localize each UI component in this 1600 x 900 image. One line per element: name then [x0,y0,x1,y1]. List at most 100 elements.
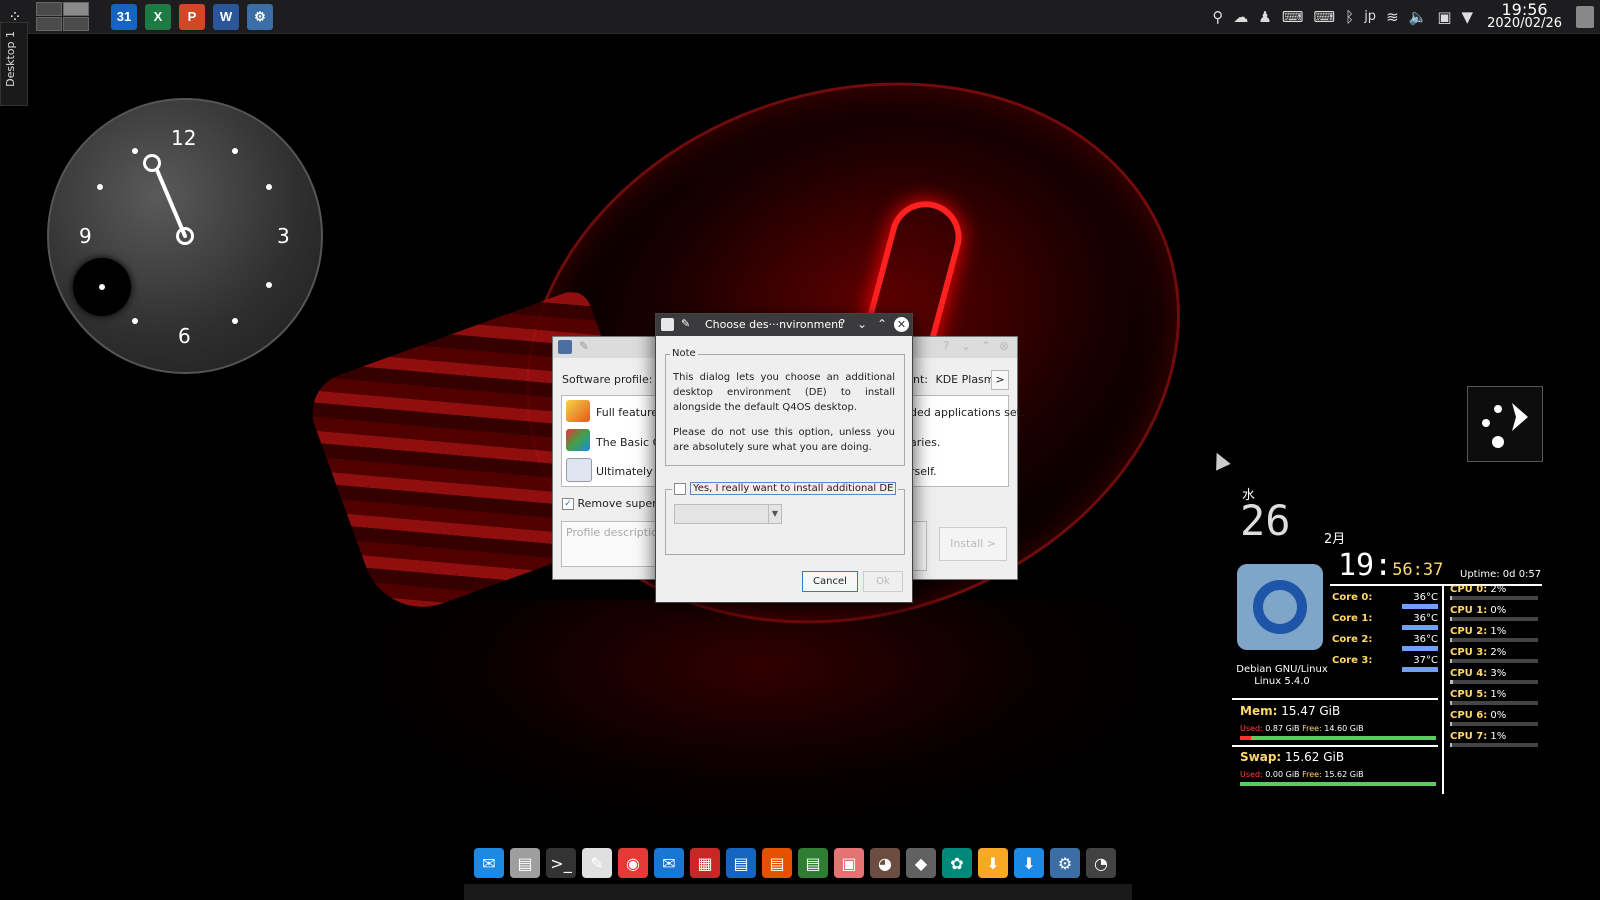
clipboard-icon[interactable]: ▣ [1437,8,1451,26]
profile-item-full-desc: ded applications set. [910,406,1025,419]
powerpoint-icon[interactable]: P [179,3,205,30]
document-viewer-icon[interactable]: ▦ [690,848,720,878]
word-icon[interactable]: W [213,3,239,30]
bluetooth-icon[interactable]: ᛒ [1345,8,1354,26]
install-de-checkbox-row[interactable]: Yes, I really want to install additional… [672,482,899,495]
impress-icon[interactable]: ▤ [762,848,792,878]
core-temp-row: Core 1: 36°C [1332,613,1438,634]
os-info: Debian GNU/Linux Linux 5.4.0 [1232,664,1332,688]
clock-tick [232,318,238,324]
trash-icon[interactable] [1576,5,1594,28]
workspace-1[interactable] [36,2,62,16]
penguin-icon[interactable]: ♟ [1258,8,1271,26]
volume-icon[interactable]: 🔈 [1409,8,1428,26]
excel-icon[interactable]: X [145,3,171,30]
cpu-usage-track [1450,659,1538,663]
clock-tick [266,282,272,288]
dark-clock-icon[interactable]: ◔ [1086,848,1116,878]
file-manager-icon[interactable]: ▤ [510,848,540,878]
gimp-icon[interactable]: ◕ [870,848,900,878]
keyboard-layout-icon[interactable]: ⌨ [1314,8,1336,26]
cancel-button[interactable]: Cancel [802,571,858,592]
month: 2月 [1324,532,1346,547]
panel-clock[interactable]: 19:56 2020/02/26 [1487,1,1562,31]
profile-item-minimal-desc: rself. [910,465,937,478]
text-editor-icon[interactable]: ✎ [582,848,612,878]
workspace-3[interactable] [36,17,62,31]
workspace-pager[interactable] [36,2,89,31]
clock-hand-tip [143,154,161,172]
profile-item-basic[interactable]: The Basic Q [596,436,661,449]
welcome-icon[interactable]: ✉ [474,848,504,878]
debian-logo-icon [1237,564,1323,650]
chevron-down-icon[interactable]: ▼ [768,505,781,523]
pin-icon[interactable]: ✎ [681,317,690,330]
help-icon[interactable]: ? [839,317,845,331]
control-panel-icon[interactable]: ⚙ [1050,848,1080,878]
install-de-checkbox[interactable] [674,482,686,495]
core-temp-row: Core 2: 36°C [1332,634,1438,655]
installer-icon[interactable]: ⬇ [1014,848,1044,878]
terminal-icon[interactable]: >_ [546,848,576,878]
cpu-usage-track [1450,701,1538,705]
bottom-dock: ✉ ▤ >_ ✎ ◉ ✉ ▦ ▤ ▤ ▤ ▣ ◕ ◆ ✿ ⬇ ⬇ ⚙ ◔ [464,842,1142,884]
install-de-checkbox-label[interactable]: Yes, I really want to install additional… [690,482,897,495]
cpu-value: 2% [1490,584,1507,595]
de-select-combobox[interactable]: ▼ [674,504,782,524]
desktop-environment-button[interactable]: > [991,370,1009,390]
uptime: Uptime: 0d 0:57 [1460,569,1542,580]
writer-icon[interactable]: ▤ [726,848,756,878]
conky-clock: 19:56:37 [1338,548,1444,583]
workspace-2[interactable] [63,2,89,16]
workspace-4[interactable] [63,17,89,31]
note-paragraph: This dialog lets you choose an additiona… [673,372,895,413]
keyboard-icon[interactable]: ⌨ [1282,8,1304,26]
os-name: Debian GNU/Linux [1236,664,1328,675]
help-icon[interactable]: ? [943,339,949,353]
software-center-icon[interactable]: ◆ [906,848,936,878]
cpu-value: 0% [1490,710,1507,721]
close-icon[interactable]: ⊗ [999,339,1009,353]
minimize-icon[interactable]: ⌄ [961,339,971,353]
cpu-row: CPU 2: 1% [1450,626,1544,647]
cpu-usage-fill [1450,743,1452,747]
language-indicator[interactable]: jp [1364,9,1376,24]
close-icon[interactable]: ✕ [894,317,909,332]
cpu-row: CPU 5: 1% [1450,689,1544,710]
dialog-titlebar[interactable]: ✎ Choose des···nvironment ? ⌄ ⌃ ✕ [656,314,912,336]
calc-icon[interactable]: ▤ [798,848,828,878]
maximize-icon[interactable]: ⌃ [981,339,991,353]
weather-icon[interactable]: ☁ [1233,8,1248,26]
notifications-icon[interactable]: ▼ [1462,8,1474,26]
lightbulb-reflection [380,600,1140,820]
cpu-label: CPU 5: [1450,689,1488,700]
cpu-label: CPU 0: [1450,584,1488,595]
conky-system-monitor: 水 26 2月 19:56:37 Uptime: 0d 0:57 Debian … [1232,484,1542,794]
cpu-label: CPU 6: [1450,710,1488,721]
thunderbird-icon[interactable]: ✉ [654,848,684,878]
settings-icon[interactable]: ⚙ [247,3,273,30]
cpu-usage-list: CPU 0: 2% CPU 1: 0% CPU 2: 1% CPU 3: 2% CPU … [1442,584,1544,794]
chrome-icon[interactable]: ◉ [618,848,648,878]
install-button[interactable]: Install > [939,527,1007,561]
desktop-side-tab[interactable]: Desktop 1 [0,22,28,106]
minimize-icon[interactable]: ⌄ [857,317,867,331]
download-icon[interactable]: ⬇ [978,848,1008,878]
mem-used-fill [1240,736,1251,740]
cpu-value: 0% [1490,605,1507,616]
cpu-value: 3% [1490,668,1507,679]
maximize-icon[interactable]: ⌃ [877,317,887,331]
mem-title: Mem: 15.47 GiB [1240,704,1341,718]
cpu-usage-fill [1450,659,1452,663]
q4os-logo-widget[interactable] [1467,386,1543,462]
pin-icon[interactable]: ✎ [579,339,589,353]
core-temperatures: Core 0: 36°C Core 1: 36°C Core 2: 36°C Core 3:… [1332,592,1438,676]
calendar-icon[interactable]: 31 [111,3,137,30]
system-tool-icon[interactable]: ✿ [942,848,972,878]
ok-button[interactable]: Ok [863,571,903,592]
wifi-icon[interactable]: ≋ [1386,8,1399,26]
divider [1232,745,1438,747]
search-icon[interactable]: ⚲ [1212,8,1223,26]
image-viewer-icon[interactable]: ▣ [834,848,864,878]
swap-detail: Used: 0.00 GiB Free: 15.62 GiB [1240,770,1364,779]
